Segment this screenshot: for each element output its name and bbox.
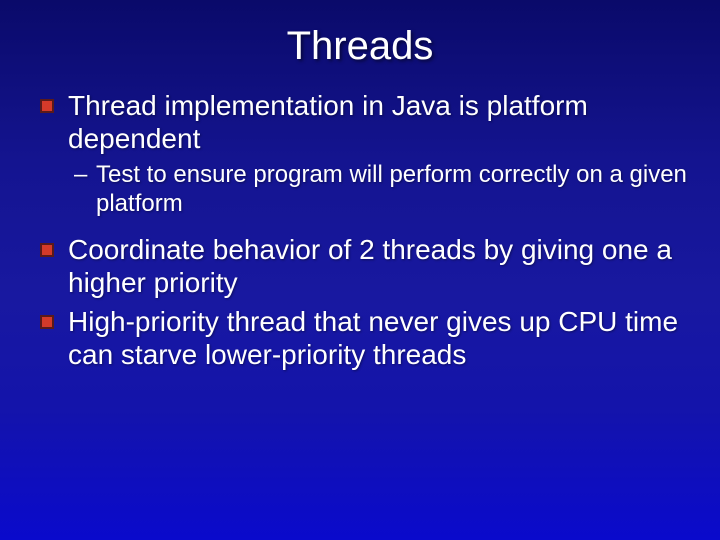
bullet-text: Thread implementation in Java is platfor… [68,90,588,154]
bullet-text: Coordinate behavior of 2 threads by givi… [68,234,672,298]
bullet-item: Coordinate behavior of 2 threads by givi… [38,233,690,299]
bullet-text: Test to ensure program will perform corr… [96,161,687,217]
square-bullet-icon [40,315,54,329]
bullet-text: High-priority thread that never gives up… [68,306,678,370]
slide-content: Thread implementation in Java is platfor… [0,89,720,371]
slide-title: Threads [0,0,720,89]
bullet-item: High-priority thread that never gives up… [38,305,690,371]
sub-bullet-item: Test to ensure program will perform corr… [38,161,690,219]
bullet-item: Thread implementation in Java is platfor… [38,89,690,155]
square-bullet-icon [40,243,54,257]
slide: Threads Thread implementation in Java is… [0,0,720,540]
square-bullet-icon [40,99,54,113]
